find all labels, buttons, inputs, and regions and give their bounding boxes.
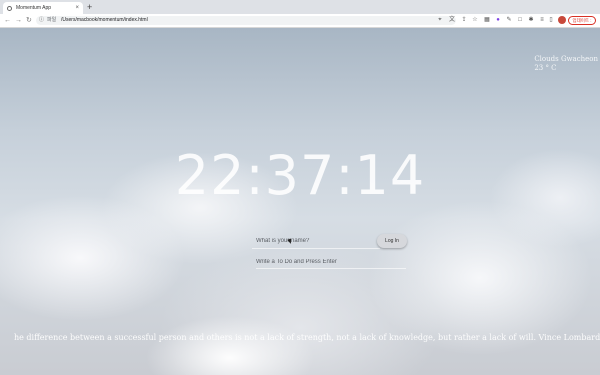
page-background: Clouds Gwacheon 23 ° C 22:37:14 Log In h…	[0, 28, 600, 375]
tab-title: Momentum App	[16, 5, 52, 11]
todo-input[interactable]	[256, 256, 406, 269]
browser-toolbar: ← → ↻ ⓘ 파일 /Users/macbook/momentum/index…	[0, 14, 600, 28]
tab-strip: Momentum App × +	[0, 0, 600, 14]
address-bar[interactable]: ⓘ 파일 /Users/macbook/momentum/index.html	[36, 16, 456, 25]
close-icon[interactable]: ×	[75, 5, 79, 11]
weather-widget: Clouds Gwacheon 23 ° C	[534, 55, 598, 73]
weather-location: Clouds Gwacheon	[534, 55, 598, 63]
eyedropper-icon[interactable]: ✎	[506, 17, 512, 23]
extension-icon[interactable]: ▦	[484, 17, 490, 23]
back-icon[interactable]: ←	[4, 16, 11, 25]
globe-icon	[7, 5, 12, 11]
star-icon[interactable]: ☆	[472, 17, 478, 23]
login-button[interactable]: Log In	[377, 234, 407, 248]
avatar[interactable]	[558, 16, 566, 24]
name-input[interactable]	[252, 234, 380, 249]
tab-momentum-app[interactable]: Momentum App ×	[3, 2, 83, 14]
login-form: Log In	[252, 234, 412, 250]
info-icon[interactable]: ⓘ	[39, 16, 44, 25]
clock: 22:37:14	[174, 144, 426, 207]
quote-text: he difference between a successful perso…	[14, 333, 600, 342]
scheme-label: 파일	[47, 17, 57, 23]
reload-icon[interactable]: ↻	[26, 16, 32, 25]
share-icon[interactable]: ⇪	[461, 17, 467, 23]
forward-icon[interactable]: →	[15, 16, 22, 25]
location-icon[interactable]: ⌖	[437, 17, 443, 23]
puzzle-icon[interactable]: ✱	[528, 17, 534, 23]
sidepanel-icon[interactable]: ▯	[548, 17, 554, 23]
extension-box-icon[interactable]: □	[517, 17, 523, 23]
media-icon[interactable]: ≡	[539, 17, 545, 23]
weather-temperature: 23 ° C	[534, 64, 557, 72]
new-tab-button[interactable]: +	[87, 2, 92, 12]
url-text[interactable]: /Users/macbook/momentum/index.html	[61, 16, 148, 25]
update-button[interactable]: 업데이트 :	[568, 15, 596, 25]
extension-purple-icon[interactable]: ●	[495, 17, 501, 23]
translate-icon[interactable]: 文	[449, 17, 455, 23]
